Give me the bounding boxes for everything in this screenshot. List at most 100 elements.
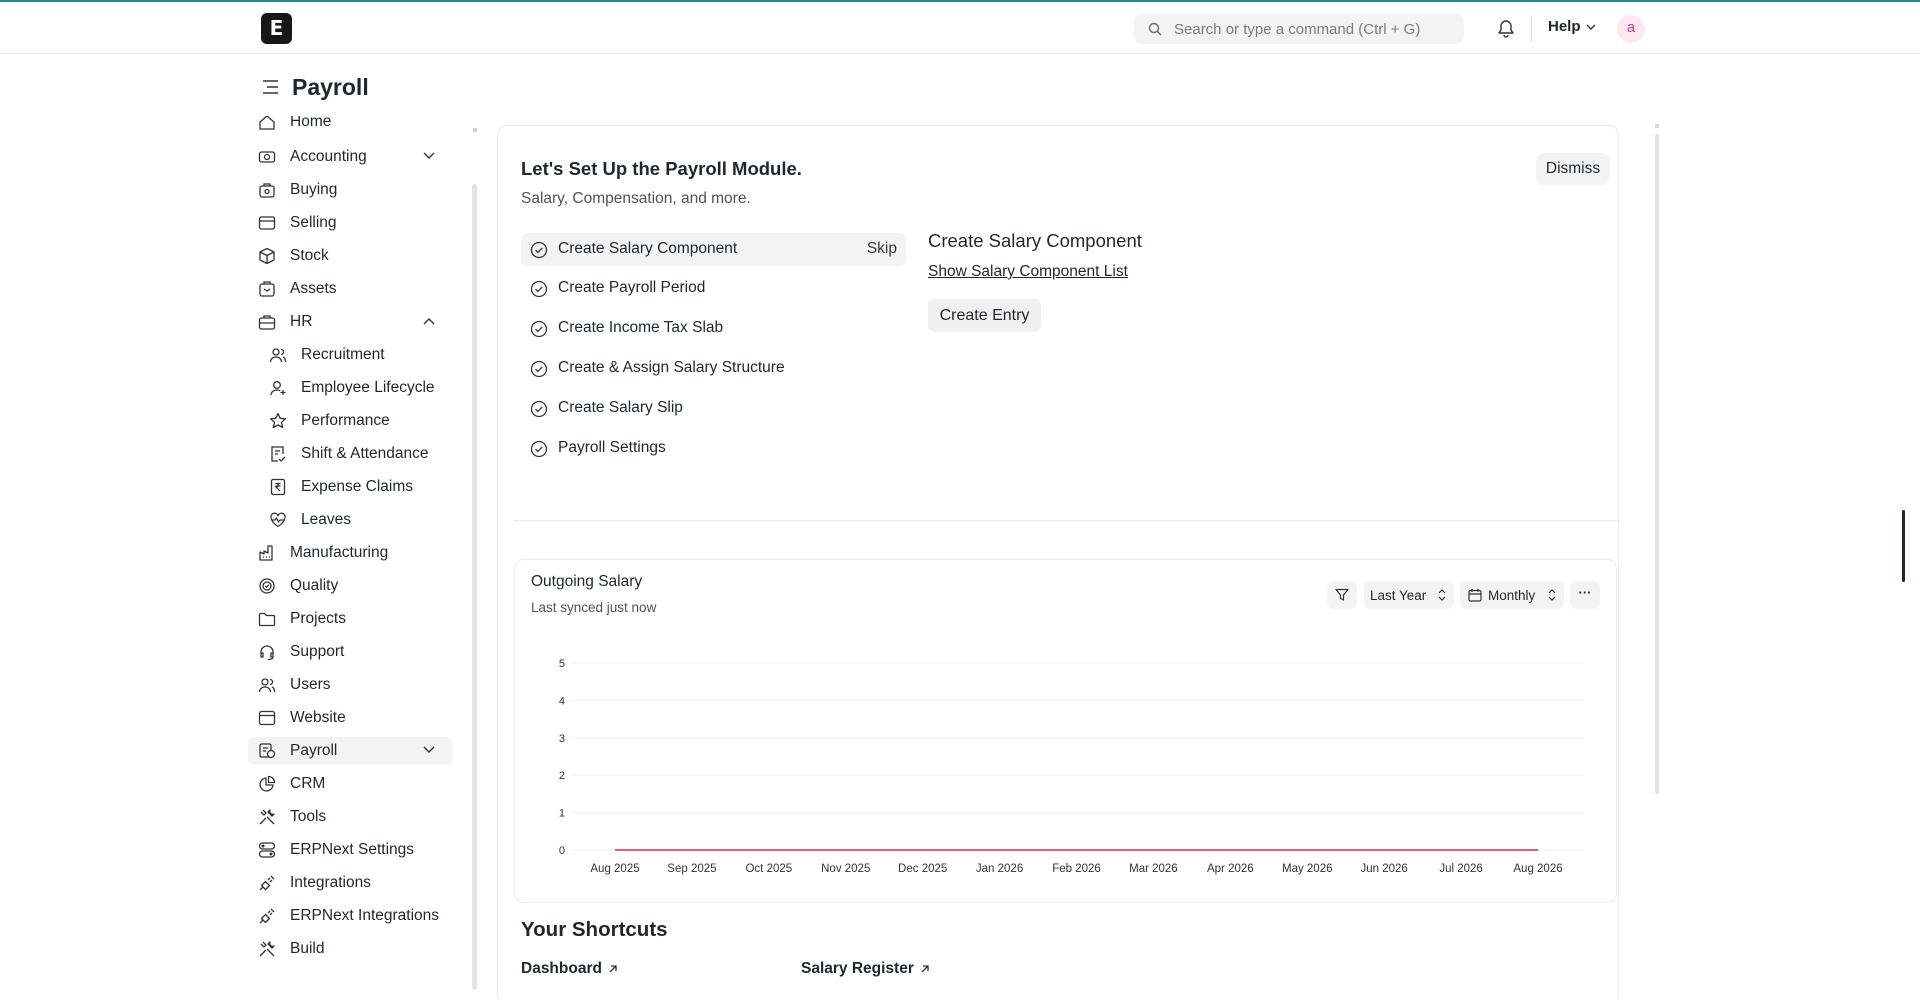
- x-tick-label: Jun 2026: [1361, 863, 1408, 875]
- sidebar-item-leaves[interactable]: Leaves: [248, 506, 453, 534]
- navbar: E Search or type a command (Ctrl + G) He…: [0, 2, 1920, 54]
- shortcut-salary-register[interactable]: Salary Register: [801, 960, 930, 978]
- interval-select[interactable]: Monthly: [1460, 581, 1564, 609]
- app-logo[interactable]: E: [261, 13, 292, 44]
- notification-bell-icon[interactable]: [1497, 18, 1515, 38]
- x-tick-label: Sep 2025: [667, 863, 716, 875]
- sidebar-toggle-icon[interactable]: [262, 79, 279, 95]
- help-menu[interactable]: Help: [1548, 18, 1596, 35]
- sidebar-item-selling[interactable]: Selling: [248, 209, 453, 237]
- x-tick-label: Jul 2026: [1439, 863, 1482, 875]
- sidebar-item-crm[interactable]: CRM: [248, 770, 453, 798]
- step-label: Create Salary Component: [558, 240, 738, 257]
- show-list-link[interactable]: Show Salary Component List: [928, 263, 1128, 281]
- sidebar-item-tools[interactable]: Tools: [248, 803, 453, 831]
- sidebar-item-build[interactable]: Build: [248, 935, 453, 963]
- onboarding-step[interactable]: Create & Assign Salary Structure: [521, 352, 906, 385]
- shortcut-dashboard[interactable]: Dashboard: [521, 960, 618, 978]
- box-icon: [259, 247, 275, 265]
- sidebar-item-label: ERPNext Settings: [290, 841, 415, 858]
- arrow-up-right-icon: [921, 965, 929, 973]
- skip-button[interactable]: Skip: [867, 240, 897, 258]
- sidebar-item-website[interactable]: Website: [248, 704, 453, 732]
- onboarding-step[interactable]: Create Salary Slip: [521, 392, 906, 425]
- y-tick-label: 2: [559, 770, 565, 782]
- select-arrows-icon: [1438, 589, 1446, 601]
- sidebar-item-erpnext-settings[interactable]: ERPNext Settings: [248, 836, 453, 864]
- check-circle-icon: [530, 280, 548, 298]
- chevron-down-icon[interactable]: [423, 746, 435, 754]
- checklist-icon: [271, 446, 286, 462]
- quality-badge-icon: [259, 578, 275, 594]
- dismiss-button[interactable]: Dismiss: [1536, 153, 1610, 185]
- main-scroll-arrow[interactable]: [1655, 124, 1659, 128]
- step-label: Payroll Settings: [558, 439, 666, 456]
- more-options-button[interactable]: ···: [1570, 581, 1600, 609]
- arrow-up-right-icon: [609, 965, 617, 973]
- chevron-up-icon[interactable]: [423, 317, 435, 325]
- sidebar-item-hr[interactable]: HR: [248, 308, 453, 336]
- folder-icon: [258, 612, 276, 627]
- x-tick-label: Apr 2026: [1207, 863, 1254, 875]
- time-range-select[interactable]: Last Year: [1364, 581, 1454, 609]
- filter-button[interactable]: [1327, 581, 1357, 609]
- onboarding-step[interactable]: Create Payroll Period: [521, 272, 906, 305]
- sidebar-item-integrations[interactable]: Integrations: [248, 869, 453, 897]
- tools-icon: [259, 941, 275, 957]
- interval-label: Monthly: [1488, 588, 1536, 603]
- sidebar-item-label: Users: [290, 676, 331, 693]
- pie-chart-icon: [259, 775, 276, 792]
- user-avatar[interactable]: a: [1617, 15, 1645, 43]
- sidebar-item-label: Recruitment: [301, 346, 385, 363]
- sidebar-item-buying[interactable]: Buying: [248, 176, 453, 204]
- sidebar-item-label: HR: [290, 313, 313, 330]
- step-label: Create Income Tax Slab: [558, 319, 724, 336]
- check-circle-icon: [530, 440, 548, 458]
- main-scrollbar[interactable]: [1655, 134, 1659, 794]
- sidebar-item-label: Expense Claims: [301, 478, 413, 495]
- create-entry-button[interactable]: Create Entry: [928, 299, 1041, 332]
- sidebar-item-projects[interactable]: Projects: [248, 605, 453, 633]
- sidebar-item-recruitment[interactable]: Recruitment: [248, 341, 453, 369]
- outgoing-salary-chart: 0 1 2 3 4 5 Aug 2025 Sep 2025 Oct 2025 Nov 2025 De…: [559, 658, 1584, 875]
- sidebar-item-label: Leaves: [301, 511, 351, 528]
- assets-icon: [259, 281, 275, 297]
- scroll-indicator[interactable]: [1902, 510, 1905, 582]
- x-tick-label: Oct 2025: [745, 863, 792, 875]
- onboarding-step[interactable]: Payroll Settings: [521, 432, 906, 465]
- y-tick-label: 0: [559, 845, 565, 857]
- plug-icon: [259, 875, 275, 891]
- sidebar-scroll-arrow[interactable]: [473, 128, 477, 132]
- check-circle-icon: [530, 241, 548, 259]
- y-tick-label: 4: [559, 695, 565, 707]
- sidebar-item-stock[interactable]: Stock: [248, 242, 453, 270]
- y-tick-label: 3: [559, 733, 565, 745]
- x-tick-label: Nov 2025: [821, 863, 870, 875]
- sidebar-item-employee-lifecycle[interactable]: Employee Lifecycle: [248, 374, 453, 402]
- x-tick-label: Feb 2026: [1052, 863, 1101, 875]
- sidebar-item-assets[interactable]: Assets: [248, 275, 453, 303]
- search-bar[interactable]: Search or type a command (Ctrl + G): [1134, 14, 1464, 44]
- sidebar-scrollbar[interactable]: [472, 184, 477, 990]
- sidebar-item-label: Projects: [290, 610, 346, 627]
- chevron-down-icon[interactable]: [423, 152, 435, 160]
- sidebar-item-home[interactable]: Home: [248, 116, 453, 136]
- sidebar-item-support[interactable]: Support: [248, 638, 453, 666]
- user-plus-icon: [270, 381, 286, 396]
- sidebar-item-erpnext-integrations[interactable]: ERPNext Integrations: [248, 902, 453, 930]
- factory-icon: [259, 545, 273, 561]
- sidebar-item-shift-attendance[interactable]: Shift & Attendance: [248, 440, 453, 468]
- sidebar-item-quality[interactable]: Quality: [248, 572, 453, 600]
- sidebar-item-accounting[interactable]: Accounting: [248, 143, 453, 171]
- sidebar-item-manufacturing[interactable]: Manufacturing: [248, 539, 453, 567]
- onboarding-step[interactable]: Create Income Tax Slab: [521, 312, 906, 345]
- step-detail-title: Create Salary Component: [928, 230, 1142, 251]
- sidebar-item-performance[interactable]: Performance: [248, 407, 453, 435]
- sidebar-item-label: Home: [290, 116, 332, 130]
- star-icon: [269, 412, 287, 429]
- onboarding-step[interactable]: Create Salary Component Skip: [521, 233, 906, 266]
- sidebar-item-expense-claims[interactable]: Expense Claims: [248, 473, 453, 501]
- x-tick-label: Aug 2026: [1513, 863, 1562, 875]
- sidebar-item-users[interactable]: Users: [248, 671, 453, 699]
- sidebar-item-payroll[interactable]: Payroll: [248, 737, 453, 765]
